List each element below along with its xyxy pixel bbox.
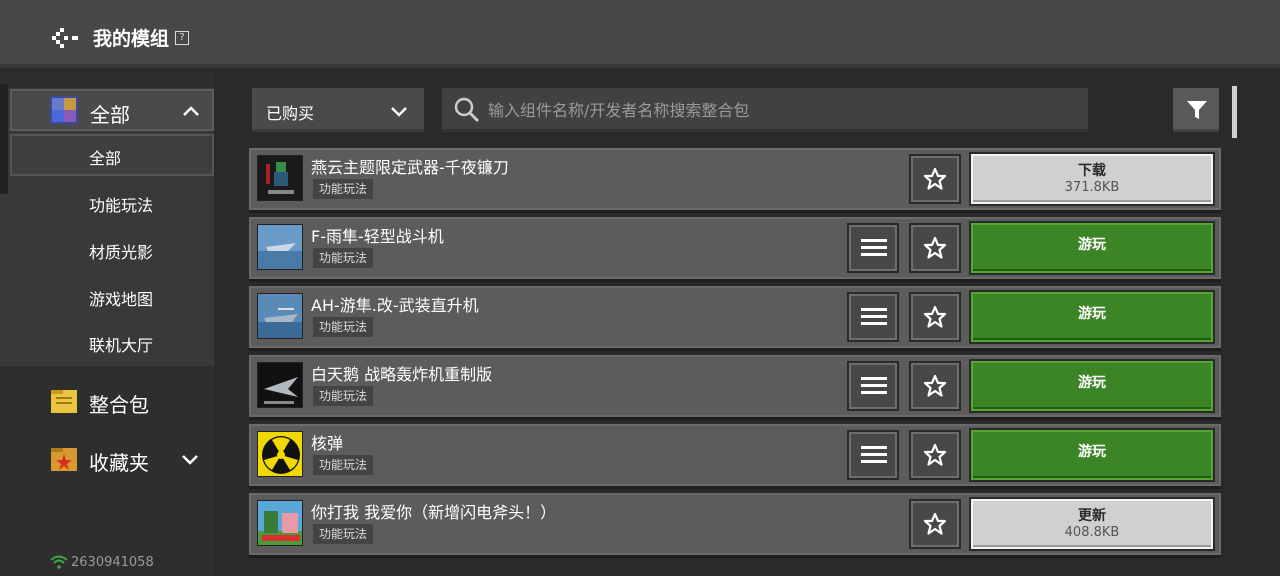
list-item: F-雨隼-轻型战斗机 功能玩法 游玩 [249, 217, 1221, 279]
sidebar-group-label: 收藏夹 [89, 451, 149, 475]
list-icon [861, 239, 887, 256]
sidebar-sub-item-maps[interactable]: 游戏地图 [89, 286, 153, 310]
network-id: 2630941058 [71, 555, 154, 570]
star-icon [923, 236, 947, 259]
play-label: 游玩 [1078, 306, 1106, 322]
purchase-filter-dropdown[interactable]: 已购买 [250, 86, 426, 134]
list-item: 燕云主题限定武器-千夜镰刀 功能玩法 下载 371.8KB [249, 148, 1221, 210]
item-thumbnail [257, 155, 303, 201]
item-category-tag: 功能玩法 [313, 248, 374, 268]
sidebar-group-label: 全部 [90, 103, 130, 127]
item-thumbnail [257, 293, 303, 339]
star-icon [923, 512, 947, 535]
play-button[interactable]: 游玩 [969, 221, 1215, 275]
play-label: 游玩 [1078, 444, 1106, 460]
item-name: 燕云主题限定武器-千夜镰刀 [311, 158, 509, 177]
wifi-icon [50, 555, 68, 569]
favorite-button[interactable] [909, 361, 961, 411]
play-button[interactable]: 游玩 [969, 359, 1215, 413]
update-label: 更新 [1078, 508, 1106, 524]
scrollbar[interactable] [1232, 86, 1237, 138]
chevron-down-icon [182, 455, 198, 465]
sidebar-sub-item-multiplayer[interactable]: 联机大厅 [89, 332, 153, 356]
list-icon [861, 308, 887, 325]
list-icon [861, 377, 887, 394]
filter-button[interactable] [1171, 86, 1221, 134]
filter-icon [1187, 101, 1207, 119]
block-icon [50, 96, 78, 124]
top-bar: 我的模组 ? [0, 0, 1280, 68]
file-size: 408.8KB [1064, 525, 1120, 540]
file-size: 371.8KB [1064, 180, 1120, 195]
sidebar-sub-item-gameplay[interactable]: 功能玩法 [89, 192, 153, 216]
list-item: 你打我 我爱你（新增闪电斧头！） 功能玩法 更新 408.8KB [249, 493, 1221, 555]
sidebar-group-modpacks[interactable]: 整合包 [0, 381, 214, 423]
search-icon [454, 97, 480, 123]
sidebar-group-favorites[interactable]: 收藏夹 [0, 439, 214, 481]
favorite-button[interactable] [909, 499, 961, 549]
favorite-button[interactable] [909, 154, 961, 204]
item-name: F-雨隼-轻型战斗机 [311, 227, 444, 246]
help-icon[interactable]: ? [175, 31, 189, 45]
item-category-tag: 功能玩法 [313, 455, 374, 475]
search-input[interactable] [488, 98, 1068, 122]
download-label: 下载 [1078, 163, 1106, 179]
chevron-down-icon [391, 107, 407, 117]
favorite-button[interactable] [909, 292, 961, 342]
item-category-tag: 功能玩法 [313, 524, 374, 544]
update-button[interactable]: 更新 408.8KB [969, 497, 1215, 551]
star-icon [923, 305, 947, 328]
item-category-tag: 功能玩法 [313, 179, 374, 199]
sidebar-group-all[interactable]: 全部 [10, 89, 214, 131]
chevron-up-icon [183, 106, 199, 116]
item-thumbnail [257, 224, 303, 270]
item-name: 核弹 [311, 434, 344, 453]
sidebar-sub-item-textures[interactable]: 材质光影 [89, 239, 153, 263]
favorite-button[interactable] [909, 430, 961, 480]
sidebar-group-label: 整合包 [89, 393, 149, 417]
play-label: 游玩 [1078, 375, 1106, 391]
item-name: 你打我 我爱你（新增闪电斧头！） [311, 503, 557, 522]
favorite-button[interactable] [909, 223, 961, 273]
left-edge-decoration [0, 84, 8, 194]
details-list-button[interactable] [847, 223, 899, 273]
item-thumbnail [257, 431, 303, 477]
list-icon [861, 446, 887, 463]
play-button[interactable]: 游玩 [969, 290, 1215, 344]
list-item: 核弹 功能玩法 游玩 [249, 424, 1221, 486]
play-label: 游玩 [1078, 237, 1106, 253]
details-list-button[interactable] [847, 292, 899, 342]
item-name: 白天鹅 战略轰炸机重制版 [311, 365, 493, 384]
folder-yellow-icon [51, 390, 77, 413]
sidebar-sub-item-all[interactable]: 全部 [89, 145, 121, 169]
item-thumbnail [257, 500, 303, 546]
details-list-button[interactable] [847, 430, 899, 480]
dropdown-value: 已购买 [266, 104, 315, 123]
item-category-tag: 功能玩法 [313, 317, 374, 337]
folder-star-icon [51, 448, 77, 471]
item-name: AH-游隼.改-武装直升机 [311, 296, 479, 315]
star-icon [923, 167, 947, 190]
download-button[interactable]: 下载 371.8KB [969, 152, 1215, 206]
star-icon [923, 374, 947, 397]
play-button[interactable]: 游玩 [969, 428, 1215, 482]
page-title: 我的模组 [93, 28, 170, 50]
search-bar[interactable] [440, 86, 1090, 134]
item-category-tag: 功能玩法 [313, 386, 374, 406]
back-arrow-icon[interactable] [52, 26, 82, 50]
item-thumbnail [257, 362, 303, 408]
star-icon [923, 443, 947, 466]
details-list-button[interactable] [847, 361, 899, 411]
list-item: 白天鹅 战略轰炸机重制版 功能玩法 游玩 [249, 355, 1221, 417]
list-item: AH-游隼.改-武装直升机 功能玩法 游玩 [249, 286, 1221, 348]
